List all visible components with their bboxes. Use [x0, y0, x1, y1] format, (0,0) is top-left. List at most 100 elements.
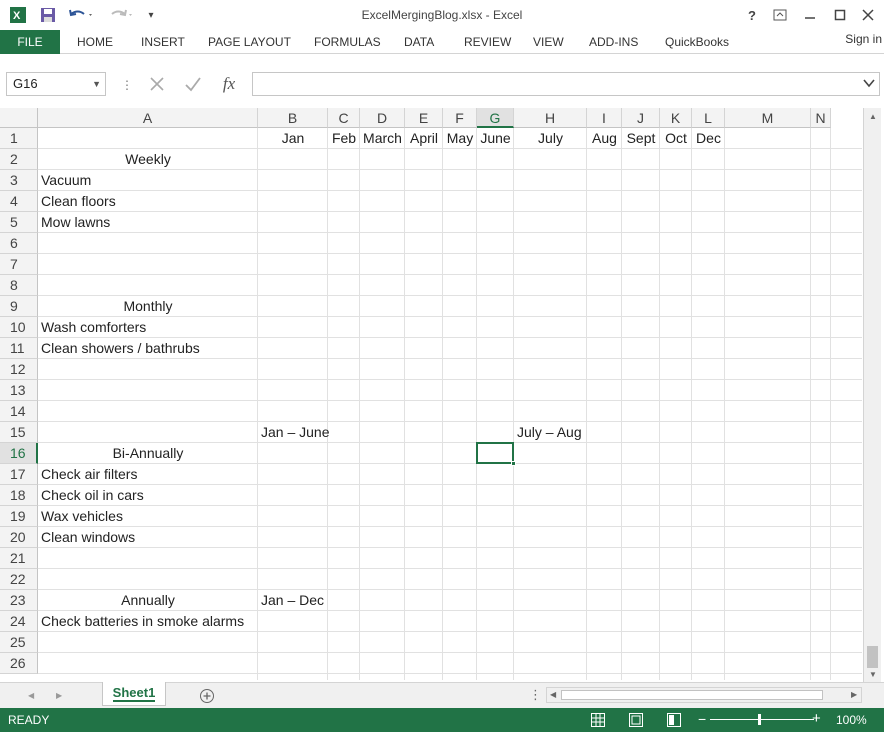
- row-header-17[interactable]: 17: [0, 464, 38, 485]
- page-break-preview-icon[interactable]: [665, 711, 683, 729]
- column-header-f[interactable]: F: [443, 108, 477, 128]
- column-header-b[interactable]: B: [258, 108, 328, 128]
- cell-j1[interactable]: Sept: [622, 128, 660, 149]
- tab-view[interactable]: VIEW: [533, 30, 564, 54]
- cell-a10[interactable]: Wash comforters: [41, 317, 146, 338]
- tab-split-grip-icon[interactable]: ⋮: [529, 687, 542, 703]
- cell-k1[interactable]: Oct: [660, 128, 692, 149]
- cell-d1[interactable]: March: [360, 128, 405, 149]
- cell-i1[interactable]: Aug: [587, 128, 622, 149]
- zoom-in-icon[interactable]: +: [812, 710, 821, 727]
- row-header-16[interactable]: 16: [0, 443, 38, 464]
- vertical-scroll-thumb[interactable]: [867, 646, 878, 668]
- vertical-scrollbar[interactable]: ▲ ▼: [863, 108, 881, 682]
- row-header-3[interactable]: 3: [0, 170, 38, 191]
- row-header-1[interactable]: 1: [0, 128, 38, 149]
- new-sheet-icon[interactable]: [199, 688, 215, 707]
- cell-f1[interactable]: May: [443, 128, 477, 149]
- cell-a20[interactable]: Clean windows: [41, 527, 135, 548]
- cell-b23[interactable]: Jan – Dec: [261, 590, 324, 611]
- scroll-down-icon[interactable]: ▼: [869, 670, 877, 679]
- zoom-slider[interactable]: [710, 714, 814, 725]
- tab-review[interactable]: REVIEW: [464, 30, 511, 54]
- row-header-7[interactable]: 7: [0, 254, 38, 275]
- help-icon[interactable]: ?: [738, 4, 766, 26]
- worksheet-grid[interactable]: A B C D E F G H I J K L M N 1 2 3 4 5 6 7 8 9 10 11 12 13 14 15 16 17 1…: [0, 108, 862, 680]
- row-header-14[interactable]: 14: [0, 401, 38, 422]
- sheet-tab-sheet1[interactable]: Sheet1: [102, 682, 166, 706]
- cell-a19[interactable]: Wax vehicles: [41, 506, 123, 527]
- row-header-24[interactable]: 24: [0, 611, 38, 632]
- row-header-15[interactable]: 15: [0, 422, 38, 443]
- cell-a2[interactable]: Weekly: [38, 149, 258, 170]
- cell-h15[interactable]: July – Aug: [517, 422, 582, 443]
- horizontal-scrollbar[interactable]: ◀ ▶: [546, 687, 862, 703]
- normal-view-icon[interactable]: [589, 711, 607, 729]
- tab-home[interactable]: HOME: [77, 30, 113, 54]
- cell-a17[interactable]: Check air filters: [41, 464, 137, 485]
- row-header-26[interactable]: 26: [0, 653, 38, 674]
- row-header-19[interactable]: 19: [0, 506, 38, 527]
- chevron-down-icon[interactable]: ▼: [92, 73, 101, 95]
- column-header-a[interactable]: A: [38, 108, 258, 128]
- cell-a23[interactable]: Annually: [38, 590, 258, 611]
- row-header-18[interactable]: 18: [0, 485, 38, 506]
- tab-quickbooks[interactable]: QuickBooks: [665, 30, 729, 54]
- row-header-21[interactable]: 21: [0, 548, 38, 569]
- tab-page-layout[interactable]: PAGE LAYOUT: [208, 30, 291, 54]
- column-header-e[interactable]: E: [405, 108, 443, 128]
- scroll-right-icon[interactable]: ▶: [851, 690, 857, 699]
- formula-bar-grip-icon[interactable]: ⋮: [121, 78, 133, 92]
- cell-a3[interactable]: Vacuum: [41, 170, 91, 191]
- row-header-9[interactable]: 9: [0, 296, 38, 317]
- next-sheet-icon[interactable]: ▶: [56, 691, 62, 700]
- row-header-5[interactable]: 5: [0, 212, 38, 233]
- column-header-n[interactable]: N: [811, 108, 831, 128]
- zoom-out-icon[interactable]: −: [698, 711, 706, 727]
- tab-insert[interactable]: INSERT: [141, 30, 185, 54]
- column-header-l[interactable]: L: [692, 108, 725, 128]
- row-header-8[interactable]: 8: [0, 275, 38, 296]
- page-layout-view-icon[interactable]: [627, 711, 645, 729]
- select-all-corner[interactable]: [0, 108, 38, 128]
- fill-handle[interactable]: [511, 461, 516, 466]
- cell-e1[interactable]: April: [405, 128, 443, 149]
- prev-sheet-icon[interactable]: ◀: [28, 691, 34, 700]
- cell-a5[interactable]: Mow lawns: [41, 212, 110, 233]
- row-header-22[interactable]: 22: [0, 569, 38, 590]
- row-header-12[interactable]: 12: [0, 359, 38, 380]
- insert-function-icon[interactable]: fx: [214, 72, 244, 96]
- column-header-h[interactable]: H: [514, 108, 587, 128]
- column-header-c[interactable]: C: [328, 108, 360, 128]
- column-header-j[interactable]: J: [622, 108, 660, 128]
- cell-a11[interactable]: Clean showers / bathrubs: [41, 338, 200, 359]
- column-header-k[interactable]: K: [660, 108, 692, 128]
- row-header-10[interactable]: 10: [0, 317, 38, 338]
- ribbon-display-options-icon[interactable]: [766, 4, 794, 26]
- row-header-23[interactable]: 23: [0, 590, 38, 611]
- column-header-d[interactable]: D: [360, 108, 405, 128]
- row-header-11[interactable]: 11: [0, 338, 38, 359]
- cell-l1[interactable]: Dec: [692, 128, 725, 149]
- cell-c1[interactable]: Feb: [328, 128, 360, 149]
- tab-formulas[interactable]: FORMULAS: [314, 30, 381, 54]
- scroll-up-icon[interactable]: ▲: [869, 112, 877, 121]
- name-box[interactable]: G16 ▼: [6, 72, 106, 96]
- cell-h1[interactable]: July: [514, 128, 587, 149]
- expand-formula-bar-icon[interactable]: [863, 77, 875, 91]
- zoom-level[interactable]: 100%: [836, 713, 867, 727]
- column-header-g[interactable]: G: [477, 108, 514, 128]
- row-header-2[interactable]: 2: [0, 149, 38, 170]
- zoom-slider-knob[interactable]: [758, 714, 761, 725]
- cell-a24[interactable]: Check batteries in smoke alarms: [41, 611, 244, 632]
- cell-g1[interactable]: June: [477, 128, 514, 149]
- scroll-left-icon[interactable]: ◀: [550, 690, 556, 699]
- column-header-m[interactable]: M: [725, 108, 811, 128]
- cancel-entry-icon[interactable]: [142, 72, 172, 96]
- cell-b1[interactable]: Jan: [258, 128, 328, 149]
- tab-add-ins[interactable]: ADD-INS: [589, 30, 638, 54]
- cell-b15[interactable]: Jan – June: [261, 422, 330, 443]
- cell-a4[interactable]: Clean floors: [41, 191, 116, 212]
- confirm-entry-icon[interactable]: [178, 72, 208, 96]
- horizontal-scroll-thumb[interactable]: [561, 690, 823, 700]
